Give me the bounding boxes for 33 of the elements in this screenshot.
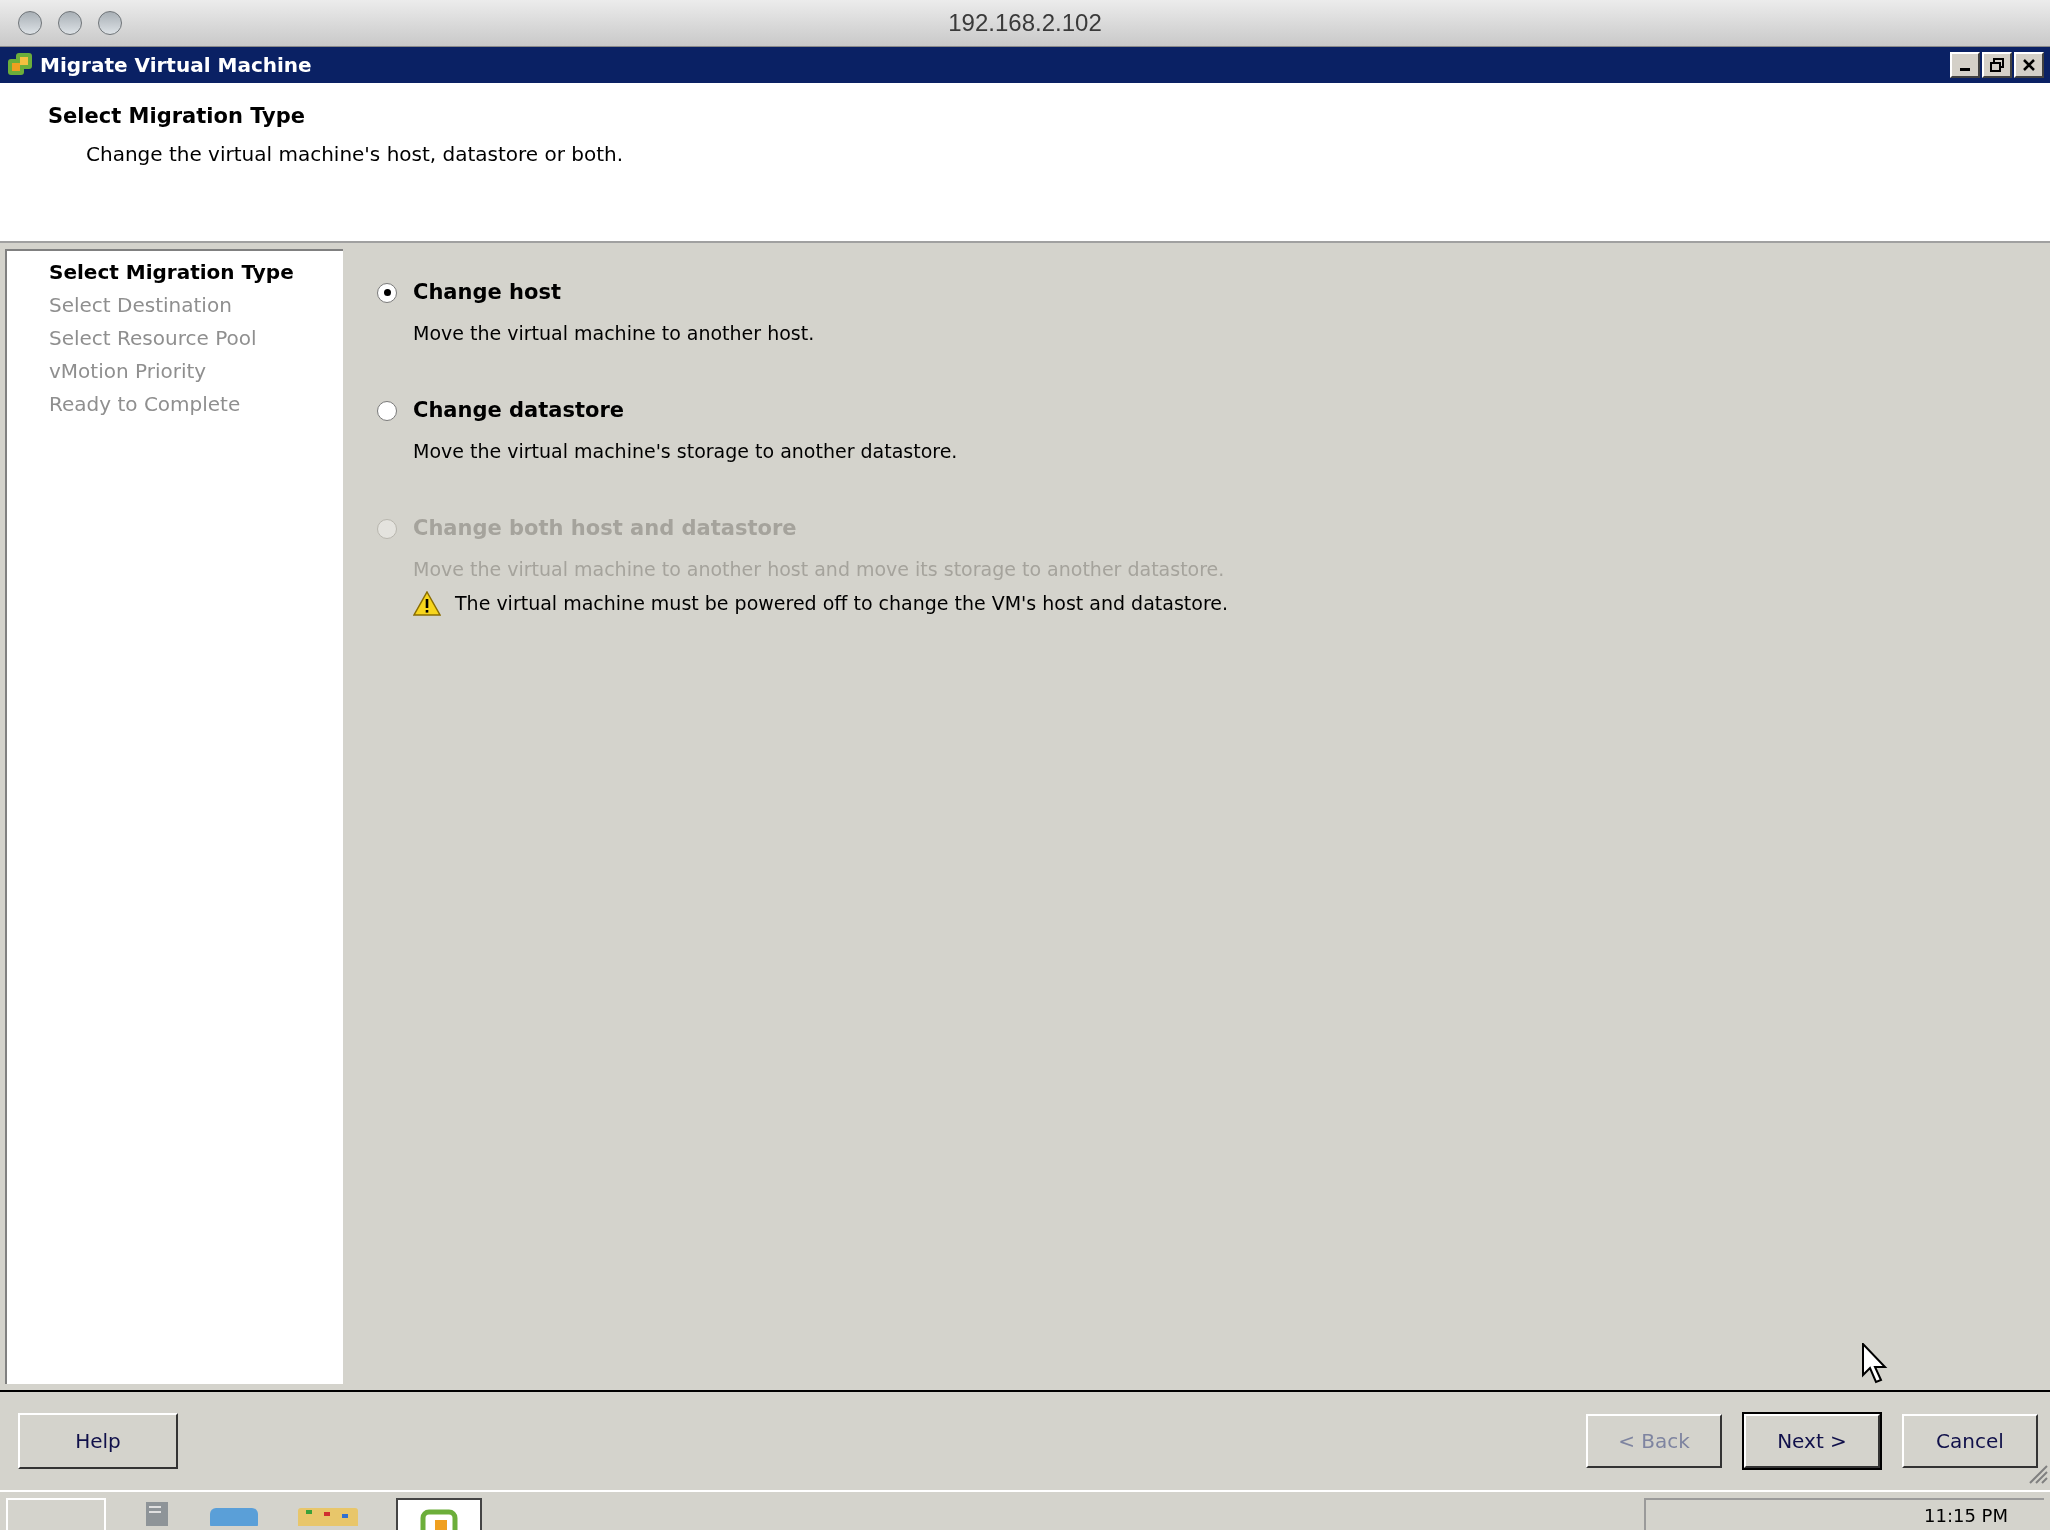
window-title: 192.168.2.102: [948, 8, 1102, 38]
minimize-icon: [1960, 68, 1970, 71]
warning-icon: [413, 590, 441, 616]
option-description: Move the virtual machine's storage to another datastore.: [413, 438, 959, 464]
dialog-button[interactable]: Cancel: [1902, 1414, 2038, 1468]
radio-button[interactable]: [377, 282, 397, 303]
radio-button[interactable]: [377, 400, 397, 421]
start-button[interactable]: [6, 1498, 106, 1530]
step-item: Select Migration Type: [49, 259, 295, 286]
dialog-title: Migrate Virtual Machine: [40, 52, 312, 79]
close-icon: [2022, 58, 2036, 72]
dialog-button[interactable]: Next >: [1744, 1414, 1880, 1468]
warning-message: The virtual machine must be powered off to change the VM's host and datastore.: [455, 591, 1229, 616]
option-description: Move the virtual machine to another host.: [413, 320, 816, 346]
option-label[interactable]: Change datastore: [413, 395, 625, 427]
step-item: Select Destination: [49, 292, 233, 319]
restore-button[interactable]: [1982, 52, 2012, 78]
restore-icon: [1990, 58, 2004, 72]
minimize-button[interactable]: [1950, 52, 1980, 78]
close-button[interactable]: [2014, 52, 2044, 78]
window-control-icon[interactable]: [18, 11, 42, 35]
window-control-icon[interactable]: [98, 11, 122, 35]
header-subtitle: Change the virtual machine's host, datastore or both.: [85, 140, 625, 168]
mouse-cursor-icon: [1862, 1343, 1888, 1385]
window-control-icon[interactable]: [58, 11, 82, 35]
help-button[interactable]: Help: [18, 1413, 178, 1469]
clock: 11:15 PM: [1924, 1506, 2008, 1526]
header-title: Select Migration Type: [48, 103, 306, 130]
step-item: Select Resource Pool: [49, 325, 258, 352]
option-label[interactable]: Change host: [413, 277, 561, 309]
step-item: Ready to Complete: [49, 391, 242, 418]
taskbar-app-button[interactable]: [396, 1498, 482, 1530]
step-item: vMotion Priority: [49, 358, 208, 385]
